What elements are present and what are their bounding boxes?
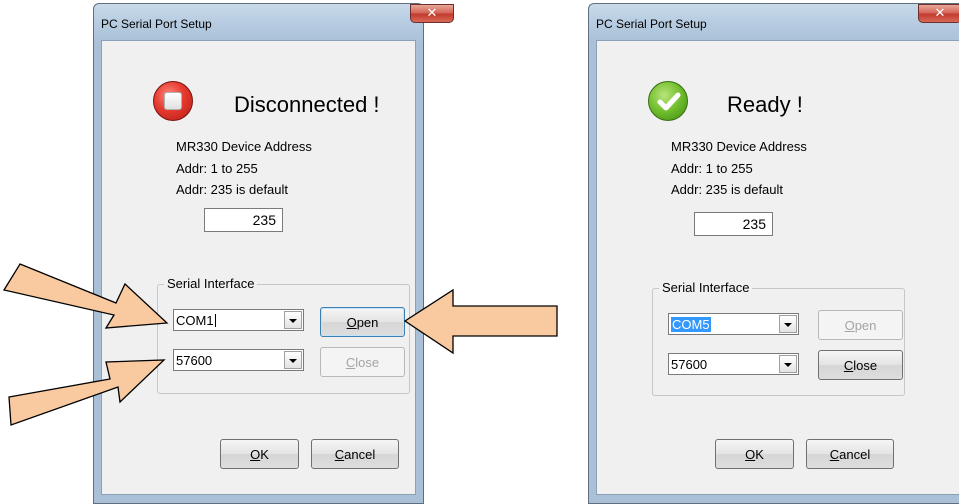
serial-interface-label: Serial Interface: [164, 276, 258, 291]
com-port-value: COM5: [671, 317, 711, 332]
address-range-label: Addr: 1 to 255: [671, 161, 753, 176]
cancel-button[interactable]: Cancel: [806, 439, 894, 469]
device-address-label: MR330 Device Address: [671, 139, 807, 154]
close-port-button[interactable]: Close: [818, 350, 903, 380]
com-port-select[interactable]: COM5: [668, 313, 799, 335]
connection-status-text: Ready !: [727, 92, 803, 117]
window-title: PC Serial Port Setup: [101, 17, 212, 31]
chevron-down-icon[interactable]: [284, 311, 302, 329]
window-close-button[interactable]: ✕: [410, 4, 454, 23]
chevron-down-icon[interactable]: [284, 351, 302, 369]
connection-status-text: Disconnected !: [234, 92, 380, 117]
close-icon: ✕: [934, 6, 946, 21]
serial-interface-group: Serial Interface COM5 57600 Open Close: [652, 280, 905, 396]
close-port-button[interactable]: Close: [320, 347, 405, 377]
arrow-to-open-button-icon: [403, 288, 558, 355]
baud-rate-value: 57600: [671, 357, 708, 372]
window-close-button[interactable]: ✕: [918, 4, 959, 23]
serial-interface-group: Serial Interface COM1 57600 Open Close: [157, 276, 410, 394]
dialog-client-area: Disconnected ! MR330 Device Address Addr…: [101, 40, 416, 495]
serial-interface-label: Serial Interface: [659, 280, 753, 295]
com-port-select[interactable]: COM1: [173, 309, 304, 331]
text-cursor: [214, 314, 216, 327]
address-range-label: Addr: 1 to 255: [176, 161, 258, 176]
chevron-down-icon[interactable]: [779, 315, 797, 333]
address-default-label: Addr: 235 is default: [176, 182, 289, 197]
address-default-label: Addr: 235 is default: [671, 182, 784, 197]
title-bar[interactable]: PC Serial Port Setup ✕: [589, 4, 959, 40]
chevron-down-icon[interactable]: [779, 355, 797, 373]
dialog-client-area: Ready ! MR330 Device Address Addr: 1 to …: [596, 40, 959, 495]
device-address-label: MR330 Device Address: [176, 139, 312, 154]
cancel-button[interactable]: Cancel: [311, 439, 399, 469]
baud-rate-select[interactable]: 57600: [668, 353, 799, 375]
baud-rate-select[interactable]: 57600: [173, 349, 304, 371]
open-port-button[interactable]: Open: [320, 307, 405, 337]
device-address-input[interactable]: 235: [204, 208, 283, 232]
serial-setup-dialog-ready: PC Serial Port Setup ✕ Ready ! MR330 Dev…: [588, 3, 959, 504]
com-port-value: COM1: [176, 313, 214, 328]
ok-button[interactable]: OK: [220, 439, 299, 469]
ok-button[interactable]: OK: [715, 439, 794, 469]
baud-rate-value: 57600: [176, 353, 213, 368]
close-icon: ✕: [426, 6, 438, 21]
open-port-button[interactable]: Open: [818, 310, 903, 340]
title-bar[interactable]: PC Serial Port Setup ✕: [94, 4, 454, 40]
stop-icon: [153, 81, 193, 121]
serial-setup-dialog-disconnected: PC Serial Port Setup ✕ Disconnected ! MR…: [93, 3, 454, 504]
window-title: PC Serial Port Setup: [596, 17, 707, 31]
check-icon: [648, 81, 688, 121]
device-address-input[interactable]: 235: [694, 212, 773, 236]
